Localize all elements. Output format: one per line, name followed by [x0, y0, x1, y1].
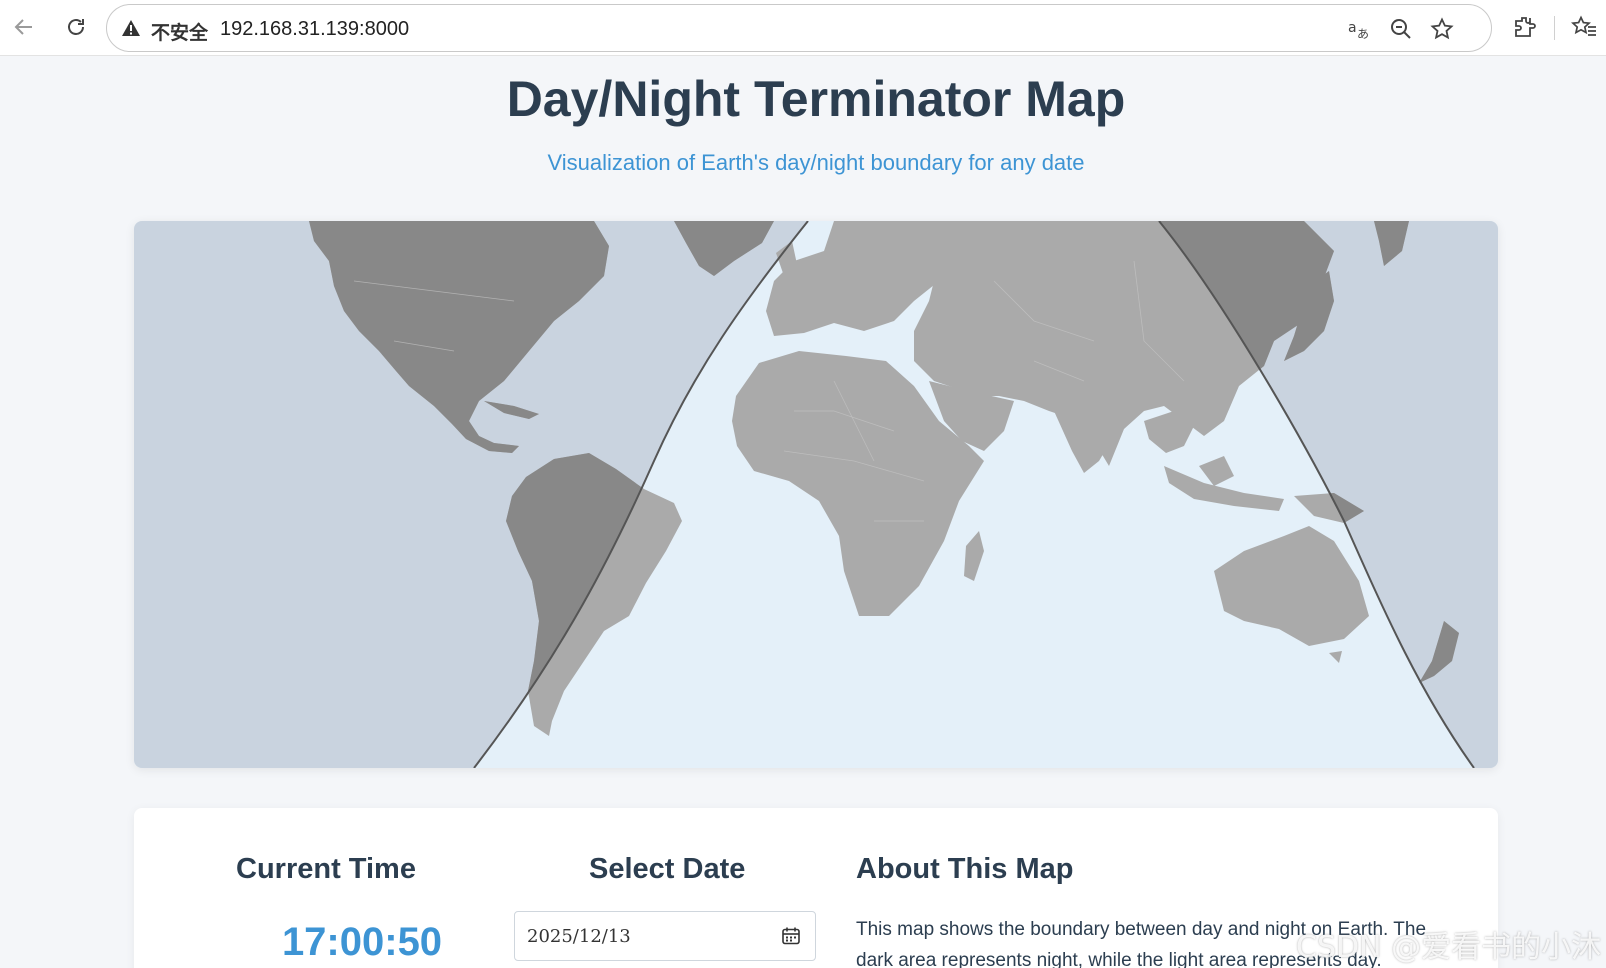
browser-toolbar: 不安全 192.168.31.139:8000 aあ [0, 0, 1606, 56]
about-heading: About This Map [856, 853, 1074, 885]
url-text[interactable]: 192.168.31.139:8000 [220, 18, 409, 41]
back-arrow-icon[interactable] [6, 9, 42, 45]
address-bar[interactable]: 不安全 192.168.31.139:8000 aあ [106, 4, 1492, 52]
reload-icon[interactable] [58, 9, 94, 45]
info-panel: Current Time 17:00:50 Select Date 2025/1… [134, 808, 1498, 968]
date-input[interactable]: 2025/12/13 [514, 911, 816, 961]
svg-text:a: a [1348, 20, 1357, 36]
page-subtitle: Visualization of Earth's day/night bound… [547, 150, 1085, 175]
zoom-out-icon[interactable] [1386, 14, 1416, 44]
favorites-icon[interactable] [1566, 9, 1602, 45]
select-date-heading: Select Date [589, 853, 746, 885]
translate-icon[interactable]: aあ [1345, 14, 1375, 44]
toolbar-divider [1554, 16, 1555, 40]
extensions-icon[interactable] [1507, 9, 1543, 45]
current-time-heading: Current Time [236, 853, 416, 885]
security-label[interactable]: 不安全 [151, 18, 208, 45]
calendar-icon[interactable] [781, 926, 801, 946]
page-title: Day/Night Terminator Map [506, 71, 1126, 127]
svg-text:あ: あ [1357, 27, 1369, 41]
watermark: CSDN @爱看书的小沐 [1296, 930, 1602, 965]
bookmark-star-icon[interactable] [1427, 14, 1457, 44]
warning-icon[interactable] [121, 18, 141, 38]
date-input-value[interactable]: 2025/12/13 [527, 926, 631, 947]
terminator-map[interactable] [134, 221, 1498, 768]
